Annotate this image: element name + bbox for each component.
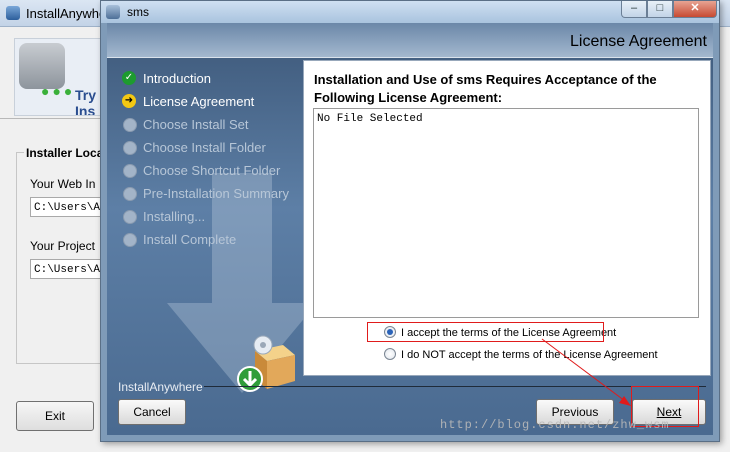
cancel-button-label: Cancel [133, 405, 171, 419]
decline-radio-label[interactable]: I do NOT accept the terms of the License… [401, 346, 658, 364]
pending-step-icon [123, 210, 137, 224]
step-label: Choose Install Folder [143, 140, 266, 155]
step-label: Choose Shortcut Folder [143, 163, 281, 178]
check-icon: ✓ [122, 71, 136, 85]
close-button[interactable]: ✕ [673, 1, 717, 18]
step-choose-install-set: Choose Install Set [121, 113, 311, 136]
pending-step-icon [123, 118, 137, 132]
step-introduction: ✓ Introduction [121, 67, 311, 90]
step-license-agreement: ➜ License Agreement [121, 90, 311, 113]
step-pre-installation-summary: Pre-Installation Summary [121, 182, 311, 205]
pending-step-icon [123, 164, 137, 178]
installanywhere-brand-label: InstallAnywhere [118, 380, 203, 394]
web-install-path-field[interactable]: C:\Users\Ad [30, 197, 110, 217]
license-heading: Installation and Use of sms Requires Acc… [314, 72, 657, 105]
step-choose-install-folder: Choose Install Folder [121, 136, 311, 159]
package-download-icon [237, 335, 295, 392]
dialog-app-icon [106, 5, 120, 19]
step-label: Introduction [143, 71, 211, 86]
step-label: Installing... [143, 209, 206, 224]
license-panel: Installation and Use of sms Requires Acc… [303, 60, 711, 376]
minimize-button[interactable]: – [621, 1, 647, 18]
step-choose-shortcut-folder: Choose Shortcut Folder [121, 159, 311, 182]
background-banner: ●●● Try Ins [14, 38, 106, 116]
project-path-field[interactable]: C:\Users\Ad [30, 259, 110, 279]
installer-app-icon [6, 6, 20, 20]
sms-installer-dialog: sms – □ ✕ License Agreement ✓ Introducti… [100, 0, 720, 442]
step-label: License Agreement [143, 94, 255, 109]
dialog-body: License Agreement ✓ Introduction ➜ Licen… [107, 23, 713, 435]
header-strip: License Agreement [107, 23, 713, 58]
decline-radio-button[interactable] [384, 348, 396, 360]
exit-button[interactable]: Exit [16, 401, 94, 431]
step-install-complete: Install Complete [121, 228, 311, 251]
step-label: Install Complete [143, 232, 237, 247]
step-label: Choose Install Set [143, 117, 249, 132]
accept-highlight-box [367, 322, 604, 342]
install-steps-list: ✓ Introduction ➜ License Agreement Choos… [121, 67, 311, 251]
cancel-button[interactable]: Cancel [118, 399, 186, 425]
license-text-area[interactable]: No File Selected [313, 108, 699, 318]
pending-step-icon [123, 187, 137, 201]
current-step-arrow-icon: ➜ [122, 94, 136, 108]
pending-step-icon [123, 233, 137, 247]
window-controls: – □ ✕ [621, 1, 717, 18]
url-watermark: http://blog.csdn.net/zhw_wsm [440, 418, 670, 432]
dialog-title: sms [127, 5, 149, 19]
dialog-title-bar[interactable]: sms – □ ✕ [101, 1, 719, 23]
page-title: License Agreement [570, 33, 707, 50]
progress-dots-icon: ●●● [41, 83, 76, 99]
step-installing: Installing... [121, 205, 311, 228]
license-text: No File Selected [317, 113, 423, 125]
background-window-title: InstallAnywhe [26, 6, 107, 21]
step-label: Pre-Installation Summary [143, 186, 289, 201]
web-install-label: Your Web In [30, 177, 96, 191]
maximize-button[interactable]: □ [647, 1, 673, 18]
previous-button-label: Previous [551, 405, 599, 419]
exit-button-label: Exit [44, 409, 65, 423]
project-label: Your Project [30, 239, 95, 253]
installer-location-label: Installer Loca [24, 146, 106, 160]
background-divider [0, 118, 100, 119]
pending-step-icon [123, 141, 137, 155]
